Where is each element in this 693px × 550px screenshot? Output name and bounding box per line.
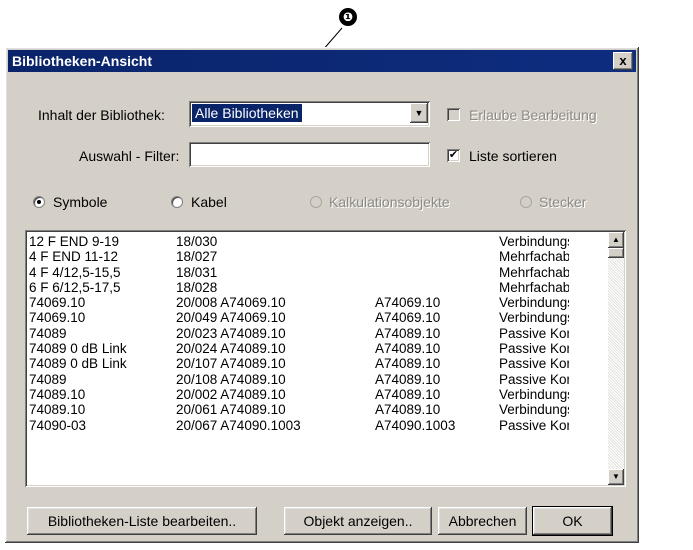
list-cell-name: 74069.10 — [29, 310, 86, 326]
list-cell-type: Passive Komp — [499, 325, 569, 341]
radio-stecker-label: Stecker — [539, 194, 587, 210]
list-cell-name: 74069.10 — [29, 295, 86, 311]
list-cell-name: 74089.10 — [29, 402, 86, 418]
arrow-up-icon[interactable]: ▲ — [608, 232, 624, 248]
arrow-down-icon[interactable]: ▼ — [608, 469, 624, 485]
list-cell-name: 74089 0 dB Link — [29, 341, 127, 357]
list-cell-number: 18/030 — [176, 234, 218, 249]
list-cell-article: A74069.10 — [375, 295, 441, 311]
window-title: Bibliotheken-Ansicht — [12, 53, 153, 69]
ok-button[interactable]: OK — [532, 506, 613, 536]
list-cell-number: 18/028 — [176, 279, 218, 295]
list-cell-number: 20/024 A74089.10 — [176, 341, 286, 357]
list-cell-name: 74089.10 — [29, 386, 86, 402]
title-bar: Bibliotheken-Ansicht x — [8, 50, 636, 72]
radio-kabel[interactable] — [171, 196, 183, 208]
radio-symbole[interactable] — [33, 196, 45, 208]
list-cell-number: 20/023 A74089.10 — [176, 325, 286, 341]
allow-edit-checkbox[interactable] — [447, 108, 460, 121]
list-cell-type: Passive Komp — [499, 356, 569, 372]
library-dropdown[interactable]: Alle Bibliotheken ▼ — [189, 101, 430, 127]
show-object-button[interactable]: Objekt anzeigen.. — [284, 507, 432, 535]
edit-library-list-button[interactable]: Bibliotheken-Liste bearbeiten.. — [27, 507, 257, 535]
radio-kabel-label: Kabel — [191, 194, 227, 210]
list-cell-type: Mehrfachabz — [499, 279, 569, 295]
list-cell-number: 18/031 — [176, 264, 218, 280]
list-cell-type: Verbindungse — [499, 295, 569, 311]
list-cell-number: 20/002 A74089.10 — [176, 386, 286, 402]
list-cell-article: A74089.10 — [375, 386, 441, 402]
list-cell-name: 6 F 6/12,5-17,5 — [29, 279, 121, 295]
callout-marker-1: ❶ — [339, 8, 357, 26]
allow-edit-label: Erlaube Bearbeitung — [469, 107, 597, 123]
list-cell-article: A74089.10 — [375, 402, 441, 418]
list-cell-number: 20/108 A74089.10 — [176, 371, 286, 387]
filter-input[interactable] — [189, 142, 430, 167]
list-cell-number: 18/027 — [176, 249, 218, 265]
list-cell-name: 4 F END 11-12 — [29, 249, 119, 265]
list-cell-number: 20/008 A74069.10 — [176, 295, 286, 311]
list-cell-article: A74069.10 — [375, 310, 441, 326]
list-cell-article: A74089.10 — [375, 325, 441, 341]
list-cell-type: Verbindungse — [499, 310, 569, 326]
list-cell-name: 12 F END 9-19 — [29, 234, 120, 249]
radio-kalkulationsobjekte[interactable] — [310, 196, 322, 208]
symbol-list[interactable]: 12 F END 9-19 18/030 Verbindungse 4 F END 1… — [25, 230, 626, 487]
radio-kalkulationsobjekte-label: Kalkulationsobjekte — [329, 194, 450, 210]
close-button[interactable]: x — [613, 52, 633, 70]
radio-symbole-label: Symbole — [53, 194, 108, 210]
chevron-down-icon[interactable]: ▼ — [410, 103, 428, 123]
list-cell-type: Verbindungse — [499, 234, 569, 249]
sort-list-label: Liste sortieren — [469, 148, 557, 164]
radio-stecker[interactable] — [520, 196, 532, 208]
list-cell-type: Mehrfachabz — [499, 249, 569, 265]
list-cell-article: A74089.10 — [375, 371, 441, 387]
list-cell-number: 20/061 A74089.10 — [176, 402, 286, 418]
cancel-button[interactable]: Abbrechen — [438, 507, 527, 535]
list-cell-article: A74089.10 — [375, 356, 441, 372]
list-cell-type: Verbindungse — [499, 386, 569, 402]
list-cell-type: Verbindungse — [499, 402, 569, 418]
list-cell-name: 74089 0 dB Link — [29, 356, 127, 372]
list-cell-number: 20/107 A74089.10 — [176, 356, 286, 372]
list-cell-name: 74090-03 — [29, 417, 87, 433]
radio-selected-dot — [37, 200, 41, 204]
sort-list-checkbox[interactable]: ✔ — [447, 149, 460, 162]
list-cell-name: 4 F 4/12,5-15,5 — [29, 264, 121, 280]
vertical-scrollbar[interactable]: ▲ ▼ — [608, 232, 624, 485]
list-cell-name: 74089 — [29, 371, 67, 387]
list-cell-number: 20/067 A74090.1003 — [176, 417, 301, 433]
list-cell-type: Passive Komp — [499, 417, 569, 433]
list-cell-type: Passive Komp — [499, 371, 569, 387]
list-cell-article: A74089.10 — [375, 341, 441, 357]
list-cell-name: 74089 — [29, 325, 67, 341]
list-cell-number: 20/049 A74069.10 — [176, 310, 286, 326]
checkmark-icon: ✔ — [448, 149, 459, 161]
library-view-dialog: Bibliotheken-Ansicht x Inhalt der Biblio… — [5, 47, 639, 543]
filter-label: Auswahl - Filter: — [79, 148, 180, 164]
scrollbar-thumb[interactable] — [608, 248, 624, 258]
library-content-label: Inhalt der Bibliothek: — [38, 107, 165, 123]
close-icon: x — [619, 53, 627, 68]
list-cell-article: A74090.1003 — [375, 417, 456, 433]
library-dropdown-value: Alle Bibliotheken — [192, 104, 302, 122]
list-cell-type: Passive Komp — [499, 341, 569, 357]
list-cell-type: Mehrfachabz — [499, 264, 569, 280]
